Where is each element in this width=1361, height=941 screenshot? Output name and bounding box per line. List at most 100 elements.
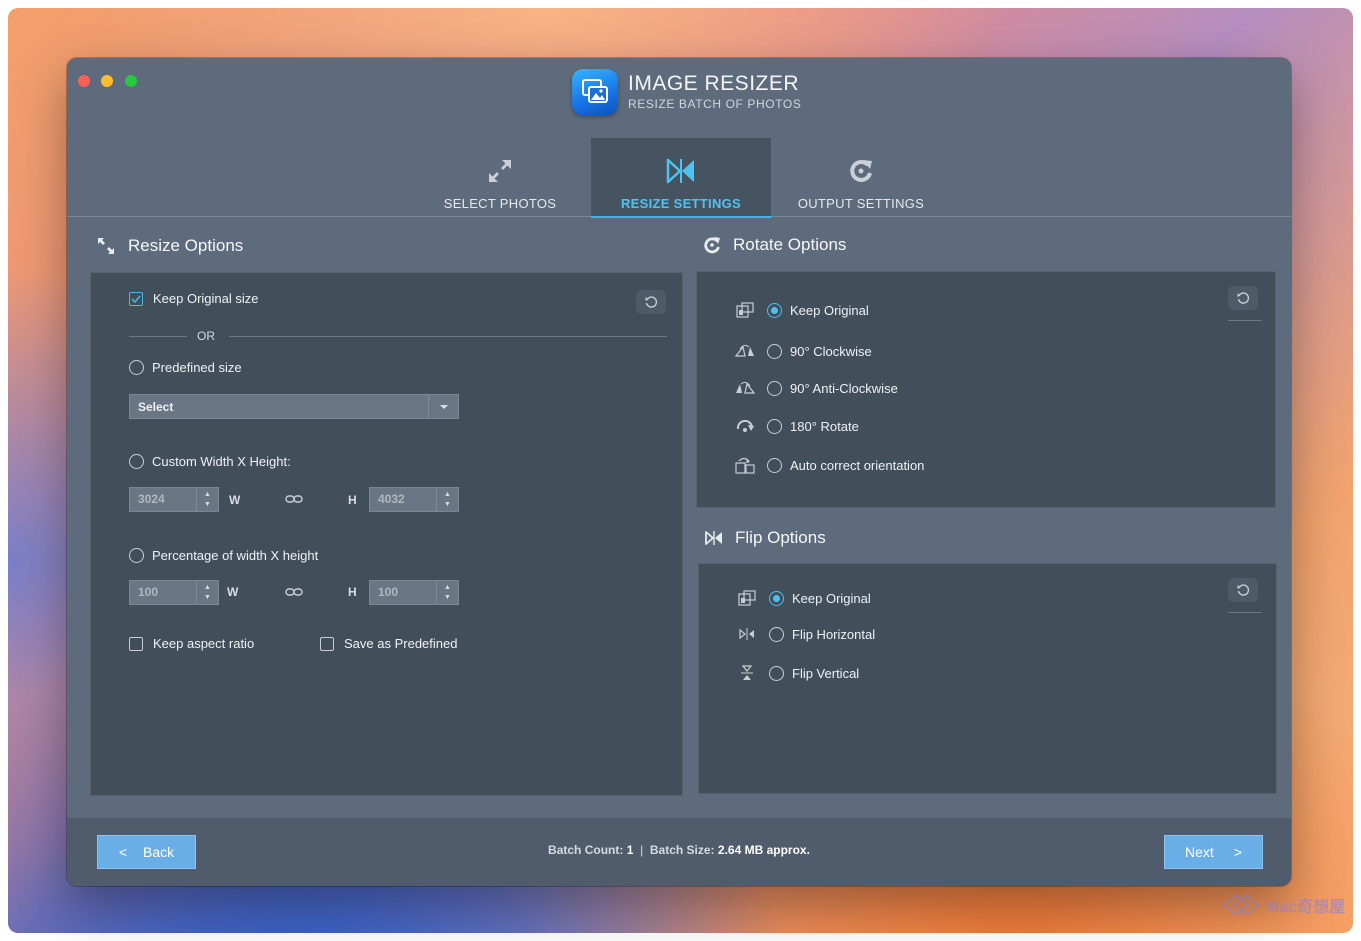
custom-height-stepper[interactable]: 4032 ▲ ▼ — [369, 487, 459, 512]
resize-options-header: Resize Options — [96, 236, 243, 256]
tab-resize-settings[interactable]: RESIZE SETTINGS — [591, 138, 771, 218]
auto-orientation-radio[interactable] — [767, 457, 782, 473]
predefined-size-label: Predefined size — [152, 360, 242, 375]
flip-vertical-row[interactable]: Flip Vertical — [737, 664, 859, 682]
rotate-clockwise-icon — [735, 342, 755, 360]
percent-height-stepper[interactable]: 100 ▲ ▼ — [369, 580, 459, 605]
reset-icon — [1237, 584, 1250, 596]
percent-height-label: H — [348, 585, 357, 599]
minimize-window-button[interactable] — [101, 75, 113, 87]
tab-select-photos-label: SELECT PHOTOS — [443, 196, 557, 211]
app-window: IMAGE RESIZER RESIZE BATCH OF PHOTOS SEL… — [67, 58, 1291, 886]
watermark-text: Mac奇想屋 — [1266, 899, 1346, 916]
flip-options-panel: Keep Original Flip Horizontal Flip Verti… — [698, 563, 1277, 794]
flip-horizontal-radio[interactable] — [769, 626, 784, 642]
next-chevron-icon: > — [1233, 844, 1242, 860]
link-icon[interactable] — [285, 494, 303, 504]
custom-height-value: 4032 — [378, 492, 405, 506]
flip-options-header: Flip Options — [705, 528, 826, 548]
flip-reset-button[interactable] — [1228, 578, 1258, 602]
rotate-keep-original-label: Keep Original — [790, 302, 869, 318]
tab-resize-settings-label: RESIZE SETTINGS — [620, 196, 742, 211]
predefined-size-row[interactable]: Predefined size — [129, 360, 242, 375]
next-button[interactable]: Next > — [1164, 835, 1263, 869]
next-button-label: Next — [1185, 844, 1214, 860]
custom-width-stepper[interactable]: 3024 ▲ ▼ — [129, 487, 219, 512]
tab-select-photos[interactable]: SELECT PHOTOS — [410, 138, 590, 217]
keep-original-size-label: Keep Original size — [153, 291, 259, 306]
keep-aspect-row[interactable]: Keep aspect ratio — [129, 636, 254, 651]
save-predefined-checkbox[interactable] — [320, 636, 334, 651]
rotate-180-radio[interactable] — [767, 418, 782, 434]
flip-options-title: Flip Options — [735, 528, 826, 547]
reset-icon — [645, 296, 658, 308]
percentage-radio[interactable] — [129, 548, 144, 563]
app-brand: IMAGE RESIZER RESIZE BATCH OF PHOTOS — [572, 68, 801, 116]
percentage-row[interactable]: Percentage of width X height — [129, 548, 318, 563]
custom-width-value: 3024 — [138, 492, 165, 506]
predefined-size-select-value: Select — [138, 399, 174, 414]
footer-bar: < Back Batch Count: 1 | Batch Size: 2.64… — [67, 818, 1291, 886]
flip-vertical-radio[interactable] — [769, 665, 784, 681]
rotate-keep-original-row[interactable]: Keep Original — [735, 301, 869, 319]
rotate-clockwise-row[interactable]: 90° Clockwise — [735, 342, 872, 360]
batch-separator: | — [640, 843, 644, 857]
predefined-size-radio[interactable] — [129, 360, 144, 375]
app-title: IMAGE RESIZER — [628, 72, 800, 95]
flip-keep-original-label: Keep Original — [792, 590, 871, 606]
batch-size-value: 2.64 MB approx. — [717, 843, 810, 857]
flip-icon — [705, 531, 722, 545]
keep-aspect-checkbox[interactable] — [129, 636, 143, 651]
custom-height-label: H — [348, 493, 357, 507]
resize-reset-button[interactable] — [636, 290, 666, 314]
resize-options-title: Resize Options — [128, 236, 244, 255]
close-window-button[interactable] — [78, 75, 90, 87]
rotate-clockwise-label: 90° Clockwise — [790, 343, 872, 359]
reset-icon — [1237, 292, 1250, 304]
percent-width-stepper[interactable]: 100 ▲ ▼ — [129, 580, 219, 605]
rotate-options-title: Rotate Options — [733, 235, 847, 254]
save-predefined-row[interactable]: Save as Predefined — [320, 636, 457, 651]
expand-arrows-icon — [98, 238, 114, 254]
flip-horizontal-row[interactable]: Flip Horizontal — [737, 625, 875, 643]
rotate-anticlockwise-row[interactable]: 90° Anti-Clockwise — [735, 379, 898, 397]
refresh-arrow-icon — [850, 159, 872, 182]
or-label: OR — [197, 329, 215, 343]
link-icon[interactable] — [285, 587, 303, 597]
keep-original-size-checkbox[interactable] — [129, 291, 143, 306]
keep-original-size-row[interactable]: Keep Original size — [129, 291, 259, 306]
auto-orientation-icon — [735, 456, 755, 474]
flip-keep-original-radio[interactable] — [769, 590, 784, 606]
batch-count-label: Batch Count: — [548, 843, 624, 857]
save-predefined-label: Save as Predefined — [344, 636, 458, 651]
auto-orientation-label: Auto correct orientation — [790, 457, 925, 473]
percentage-label: Percentage of width X height — [152, 548, 319, 563]
custom-size-radio[interactable] — [129, 454, 144, 469]
zoom-window-button[interactable] — [125, 75, 137, 87]
predefined-size-select[interactable]: Select — [129, 394, 459, 419]
rotate-icon — [704, 237, 720, 254]
auto-orientation-row[interactable]: Auto correct orientation — [735, 456, 924, 474]
keep-aspect-label: Keep aspect ratio — [153, 636, 255, 651]
or-divider: OR — [129, 329, 667, 343]
bowtie-resize-icon — [666, 158, 694, 184]
keep-original-icon — [735, 301, 755, 319]
flip-horizontal-label: Flip Horizontal — [792, 626, 876, 642]
batch-count-value: 1 — [626, 843, 634, 857]
batch-size-label: Batch Size: — [649, 843, 715, 857]
rotate-options-header: Rotate Options — [703, 235, 846, 255]
flip-keep-original-row[interactable]: Keep Original — [737, 589, 871, 607]
rotate-keep-original-radio[interactable] — [767, 302, 782, 318]
rotate-clockwise-radio[interactable] — [767, 343, 782, 359]
rotate-anticlockwise-label: 90° Anti-Clockwise — [790, 380, 898, 396]
rotate-180-label: 180° Rotate — [790, 418, 859, 434]
rotate-180-row[interactable]: 180° Rotate — [735, 417, 859, 435]
app-subtitle: RESIZE BATCH OF PHOTOS — [628, 97, 802, 111]
rotate-anticlockwise-radio[interactable] — [767, 380, 782, 396]
chevron-down-icon — [428, 395, 458, 418]
rotate-reset-button[interactable] — [1228, 286, 1258, 310]
tab-output-settings[interactable]: OUTPUT SETTINGS — [771, 138, 951, 217]
batch-info: Batch Count: 1 | Batch Size: 2.64 MB app… — [67, 843, 1291, 857]
app-logo-icon — [572, 69, 618, 115]
custom-size-row[interactable]: Custom Width X Height: — [129, 454, 291, 469]
